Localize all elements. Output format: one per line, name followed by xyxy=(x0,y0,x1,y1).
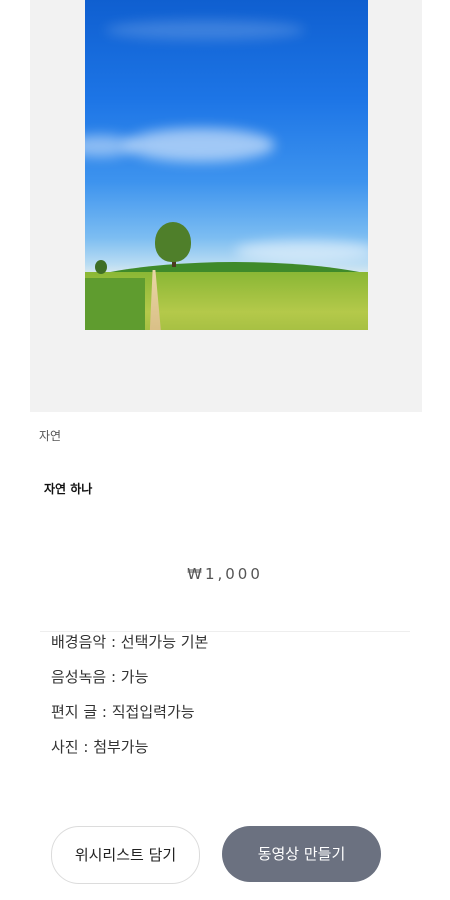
product-title: 자연 하나 xyxy=(44,482,93,496)
spec-list: 배경음악 : 선택가능 기본 음성녹음 : 가능 편지 글 : 직접입력가능 사… xyxy=(51,632,208,772)
cloud xyxy=(105,20,305,40)
cloud xyxy=(85,135,135,157)
spec-item: 배경음악 : 선택가능 기본 xyxy=(51,633,209,651)
cloud xyxy=(125,128,275,162)
spec-item: 사진 : 첨부가능 xyxy=(51,738,149,756)
tree-icon xyxy=(155,222,191,262)
make-video-button[interactable]: 동영상 만들기 xyxy=(222,826,381,882)
cloud xyxy=(235,240,368,262)
product-category: 자연 xyxy=(39,429,62,443)
spec-item: 음성녹음 : 가능 xyxy=(51,668,149,686)
meadow-left xyxy=(85,278,145,330)
add-to-wishlist-button[interactable]: 위시리스트 담기 xyxy=(51,826,200,884)
preview-image xyxy=(85,0,368,330)
preview-box xyxy=(30,0,422,412)
spec-item: 편지 글 : 직접입력가능 xyxy=(51,703,195,721)
small-tree-icon xyxy=(95,260,107,274)
product-price: ₩1,000 xyxy=(187,565,263,583)
